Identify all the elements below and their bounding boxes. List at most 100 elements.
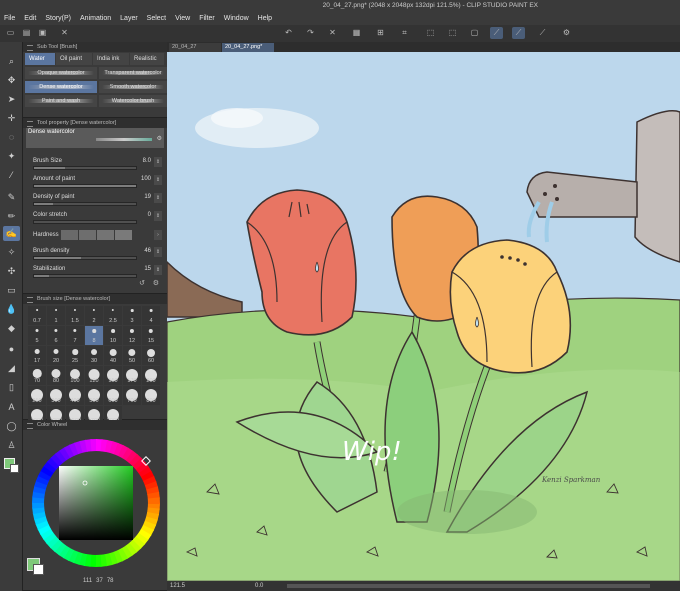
snap-ruler-icon[interactable]: ⟋ (490, 27, 503, 39)
rotation-value[interactable]: 0.0 (255, 583, 263, 589)
snap-grid-icon[interactable]: ⟋ (536, 27, 549, 39)
tab-realistic[interactable]: Realistic (130, 53, 164, 65)
brush-size-preset[interactable]: 20 (47, 346, 65, 365)
move-icon[interactable]: ✥ (3, 73, 20, 88)
menu-window[interactable]: Window (224, 15, 249, 22)
menu-help[interactable]: Help (258, 15, 272, 22)
artwork-canvas[interactable]: Wip! Kenzi Sparkman (167, 52, 680, 581)
brush-size-preset[interactable]: 400 (66, 386, 84, 405)
color-wheel[interactable] (23, 432, 167, 582)
menu-layer[interactable]: Layer (120, 15, 138, 22)
density-row[interactable]: Density of paint 19 ⇕ (23, 192, 167, 210)
zoom-icon[interactable]: ⌕ (3, 54, 20, 69)
new-icon[interactable]: ▭ (4, 27, 17, 39)
brush-size-preset[interactable]: 6 (47, 326, 65, 345)
sub-color-swatch[interactable] (10, 464, 19, 473)
text-icon[interactable]: A (3, 400, 20, 415)
brush-icon[interactable]: ✍ (3, 226, 20, 241)
clear-icon[interactable]: ✕ (58, 27, 71, 39)
brush-size-preset[interactable]: 70 (28, 366, 46, 385)
brush-size-preset[interactable]: 30 (85, 346, 103, 365)
brush-size-preset[interactable]: 80 (47, 366, 65, 385)
balloon-icon[interactable]: ◯ (3, 419, 20, 434)
move-layer-icon[interactable]: ✛ (3, 111, 20, 126)
fill-bucket-icon[interactable]: ◆ (3, 321, 20, 336)
menu-story[interactable]: Story(P) (45, 15, 71, 22)
brush-size-preset[interactable]: 2.5 (104, 306, 122, 325)
frame-icon[interactable]: ▯ (3, 380, 20, 395)
brush-size-preset[interactable]: 300 (47, 386, 65, 405)
brush-size-preset[interactable]: 170 (123, 366, 141, 385)
brush-size-preset[interactable]: 700 (123, 386, 141, 405)
brush-size-preset[interactable]: 800 (142, 386, 160, 405)
brush-size-preset[interactable]: 8 (85, 326, 103, 345)
wrench-icon[interactable]: ⚙ (157, 135, 162, 142)
delete-icon[interactable]: ✕ (326, 27, 339, 39)
deselect-icon[interactable]: ⬚ (424, 27, 437, 39)
crop-icon[interactable]: ⬚ (446, 27, 459, 39)
eraser-icon[interactable]: ▭ (3, 283, 20, 298)
brush-size-preset[interactable]: 7 (66, 326, 84, 345)
gradient-icon[interactable]: ● (3, 342, 20, 357)
brush-size-preset[interactable]: 250 (28, 386, 46, 405)
menu-filter[interactable]: Filter (199, 15, 215, 22)
pen-icon[interactable]: ✎ (3, 190, 20, 205)
zoom-value[interactable]: 121.5 (170, 583, 185, 589)
brush-size-preset[interactable]: 25 (66, 346, 84, 365)
open-icon[interactable]: ▤ (20, 27, 33, 39)
reset-icon[interactable]: ↺ (139, 279, 145, 287)
doc-tab-2[interactable]: 20_04_27.png* (222, 43, 274, 52)
magic-wand-icon[interactable]: ✦ (3, 149, 20, 164)
hardness-2[interactable] (79, 230, 96, 240)
hardness-3[interactable] (97, 230, 114, 240)
menu-edit[interactable]: Edit (24, 15, 36, 22)
brush-size-preset[interactable]: 0.7 (28, 306, 46, 325)
brush-smooth-watercolor[interactable]: Smooth watercolor (99, 81, 167, 93)
brush-size-preset[interactable]: 2 (85, 306, 103, 325)
amount-of-paint-row[interactable]: Amount of paint 100 ⇕ (23, 174, 167, 192)
brush-size-preset[interactable]: 100 (66, 366, 84, 385)
brush-dense-watercolor[interactable]: Dense watercolor (25, 81, 97, 93)
color-stretch-row[interactable]: Color stretch 0 ⇕ (23, 210, 167, 228)
hardness-row[interactable]: Hardness › (23, 228, 167, 246)
undo-icon[interactable]: ↶ (282, 27, 295, 39)
decoration-icon[interactable]: ✣ (3, 264, 20, 279)
blend-icon[interactable]: 💧 (3, 302, 20, 317)
brush-size-preset[interactable]: 200 (142, 366, 160, 385)
brush-size-preset[interactable]: 1 (47, 306, 65, 325)
wrench-settings-icon[interactable]: ⚙ (153, 279, 159, 287)
brush-size-preset[interactable]: 4 (142, 306, 160, 325)
settings-icon[interactable]: ⚙ (560, 27, 573, 39)
hardness-4[interactable] (115, 230, 132, 240)
sub-color-chip[interactable] (33, 564, 44, 575)
hue-segment[interactable] (147, 497, 160, 505)
chevron-right-icon[interactable]: › (154, 230, 162, 240)
density-spinner[interactable]: ⇕ (154, 193, 162, 203)
brush-size-preset[interactable]: 10 (104, 326, 122, 345)
figure-icon[interactable]: ◢ (3, 361, 20, 376)
airbrush-icon[interactable]: ✧ (3, 245, 20, 260)
horizontal-scrollbar[interactable] (287, 584, 650, 588)
brush-density-spinner[interactable]: ⇕ (154, 247, 162, 257)
menu-select[interactable]: Select (147, 15, 166, 22)
stabilization-row[interactable]: Stabilization 15 ⇕ (23, 264, 167, 282)
tab-india-ink[interactable]: India ink (93, 53, 129, 65)
brush-watercolor-brush[interactable]: Watercolor brush (99, 95, 167, 107)
menu-animation[interactable]: Animation (80, 15, 111, 22)
snap-icon[interactable]: ⌗ (398, 27, 411, 39)
pencil-icon[interactable]: ✏ (3, 209, 20, 224)
hardness-1[interactable] (61, 230, 78, 240)
stabilization-spinner[interactable]: ⇕ (154, 265, 162, 275)
snap-special-ruler-icon[interactable]: ⟋ (512, 27, 525, 39)
redo-icon[interactable]: ↷ (304, 27, 317, 39)
brush-size-preset[interactable]: 40 (104, 346, 122, 365)
brush-size-row[interactable]: Brush Size 8.0 ⇕ (23, 156, 167, 174)
brush-size-preset[interactable]: 600 (104, 386, 122, 405)
brush-paint-and-wash[interactable]: Paint and wash (25, 95, 97, 107)
brush-size-preset[interactable]: 15 (142, 326, 160, 345)
select-all-icon[interactable]: ▢ (468, 27, 481, 39)
fill-icon[interactable]: ▦ (350, 27, 363, 39)
tab-watercolor[interactable]: Water (25, 53, 55, 65)
menu-view[interactable]: View (175, 15, 190, 22)
hardness-5[interactable] (133, 230, 150, 240)
